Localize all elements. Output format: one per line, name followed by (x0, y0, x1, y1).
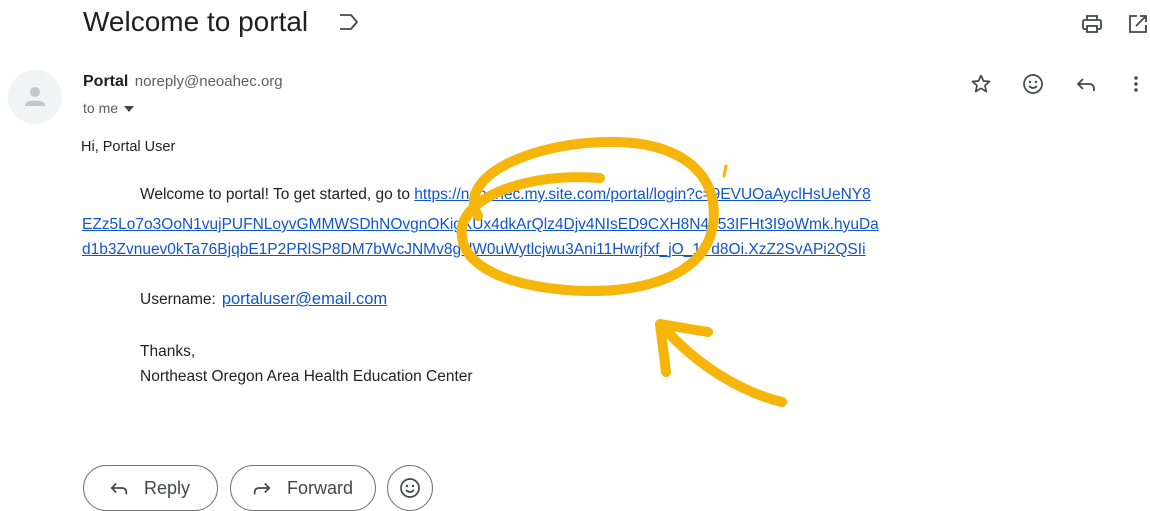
caret-down-icon (124, 106, 135, 113)
login-link-end[interactable]: d1b3Zvnuev0kTa76BjqbE1P2PRlSP8DM7bWcJNMv… (82, 241, 866, 259)
annotation-tick (722, 164, 728, 178)
sender-email: noreply@neoahec.org (134, 73, 283, 90)
intro-text: Welcome to portal! To get started, go to (140, 186, 415, 203)
login-link[interactable]: https://neoahec.my.site.com/portal/login… (414, 186, 870, 203)
print-icon[interactable] (1080, 12, 1104, 36)
forward-button[interactable]: Forward (230, 465, 376, 511)
intro-line: Welcome to portal! To get started, go to… (140, 186, 871, 204)
star-icon[interactable] (969, 72, 993, 96)
avatar[interactable] (8, 70, 62, 124)
emoji-icon (400, 478, 420, 498)
sender-line: Portal noreply@neoahec.org (83, 73, 283, 91)
label-outline-icon[interactable] (338, 13, 360, 31)
reply-arrow-icon[interactable] (1074, 72, 1098, 96)
reply-label: Reply (144, 477, 191, 498)
annotation-arrow (655, 319, 787, 407)
forward-label: Forward (287, 477, 354, 498)
login-link-continued[interactable]: EZz5Lo7o3OoN1vujPUFNLoyvGMMWSDhNOvgnOKig… (82, 216, 879, 234)
more-vertical-icon[interactable] (1124, 72, 1148, 96)
username-row: Username: portaluser@email.com (140, 290, 387, 309)
reply-arrow-icon (110, 482, 128, 495)
person-icon (25, 87, 45, 106)
username-email-link[interactable]: portaluser@email.com (222, 290, 387, 308)
sender-name[interactable]: Portal (83, 73, 128, 90)
email-subject: Welcome to portal (83, 6, 309, 37)
emoji-reaction-button[interactable] (387, 465, 433, 511)
open-in-new-window-icon[interactable] (1126, 12, 1150, 36)
signoff: Thanks, (140, 343, 196, 360)
reply-button[interactable]: Reply (83, 465, 218, 511)
recipient-label: to me (83, 100, 119, 116)
forward-arrow-icon (253, 482, 271, 495)
username-label: Username: (140, 291, 216, 308)
greeting: Hi, Portal User (81, 139, 176, 155)
organization-signature: Northeast Oregon Area Health Education C… (140, 368, 473, 385)
recipient-details-toggle[interactable]: to me (83, 100, 135, 116)
emoji-reaction-icon[interactable] (1021, 72, 1045, 96)
